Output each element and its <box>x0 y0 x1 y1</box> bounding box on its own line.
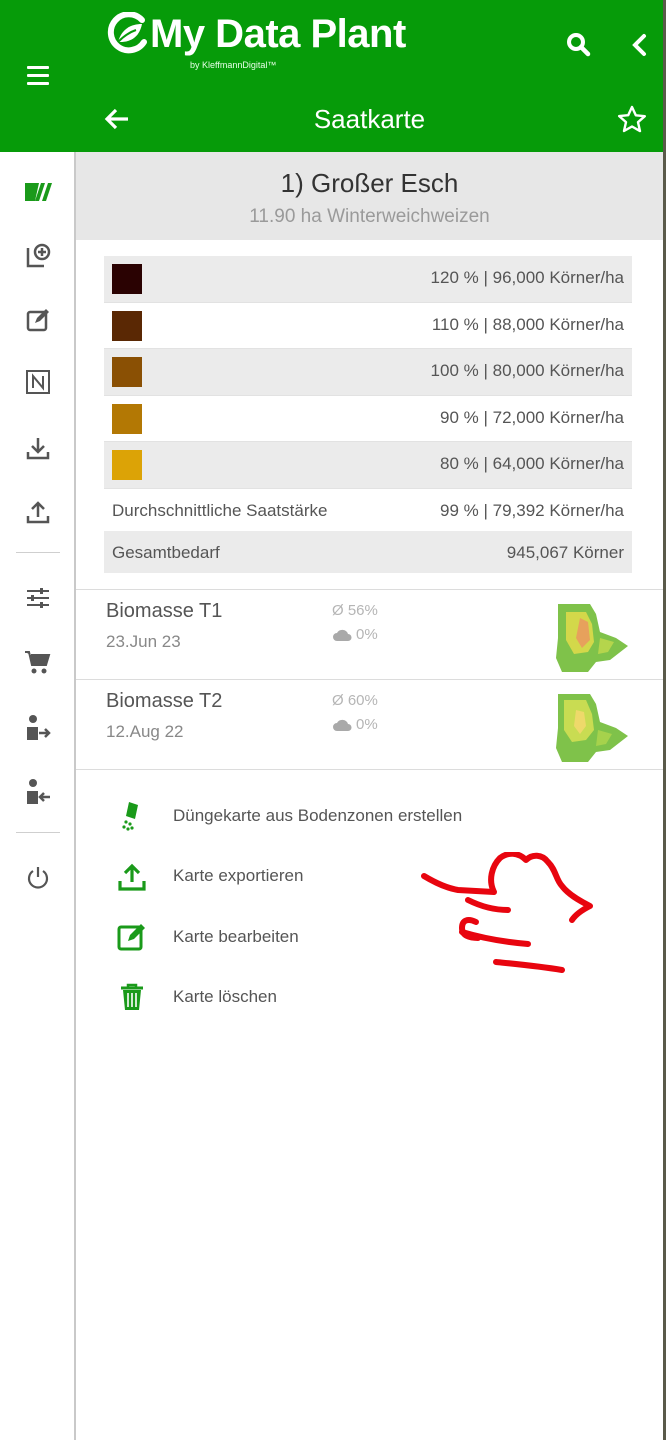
trash-icon <box>116 981 148 1013</box>
edit-icon <box>116 921 148 953</box>
delete-map-action[interactable]: Karte löschen <box>116 977 596 1017</box>
total-value: 945,067 Körner <box>506 542 624 562</box>
sidebar-divider <box>16 552 60 553</box>
action-label: Karte löschen <box>173 987 277 1006</box>
biomass-average: Ø 60% <box>332 692 378 709</box>
sidebar-divider <box>16 832 60 833</box>
rate-row: 90 % | 72,000 Körner/ha <box>104 396 632 442</box>
cloud-cover-value: 0% <box>356 626 378 643</box>
field-name: 1) Großer Esch <box>280 168 459 198</box>
app-header: My Data Plant by KleffmannDigital™ Saatk… <box>76 0 663 152</box>
pointing-hand-icon <box>421 852 593 973</box>
biomass-map-thumbnail <box>556 604 628 672</box>
average-label: Durchschnittliche Saatstärke <box>112 500 328 520</box>
rate-value: 120 % | 96,000 Körner/ha <box>430 268 624 287</box>
cart-icon[interactable] <box>18 642 58 682</box>
chevron-left-icon[interactable] <box>626 30 652 60</box>
sidebar <box>0 0 76 1440</box>
biomass-item[interactable]: Biomasse T1 23.Jun 23 Ø 56% 0% <box>76 589 663 679</box>
search-icon[interactable] <box>564 30 594 60</box>
main-panel: My Data Plant by KleffmannDigital™ Saatk… <box>76 0 663 1440</box>
screen-title: Saatkarte <box>313 104 426 134</box>
list-divider <box>76 769 663 770</box>
star-icon[interactable] <box>616 104 648 136</box>
cloud-icon <box>333 719 352 731</box>
field-header: 1) Großer Esch 11.90 ha Winterweichweize… <box>76 152 663 240</box>
field-map-icon[interactable] <box>18 172 58 212</box>
create-fertilizer-map-action[interactable]: Düngekarte aus Bodenzonen erstellen <box>116 796 596 836</box>
notion-n-icon[interactable] <box>18 362 58 402</box>
cloud-cover: 0% <box>332 716 378 733</box>
export-icon <box>116 860 148 892</box>
total-label: Gesamtbedarf <box>112 542 220 562</box>
cloud-cover: 0% <box>332 626 378 643</box>
rate-row: 110 % | 88,000 Körner/ha <box>104 303 632 349</box>
field-info: 11.90 ha Winterweichweizen <box>249 206 490 227</box>
biomass-map-thumbnail <box>556 694 628 762</box>
power-icon[interactable] <box>18 858 58 898</box>
fertilizer-icon <box>116 800 148 832</box>
biomass-average: Ø 56% <box>332 602 378 619</box>
seed-rate-table: 120 % | 96,000 Körner/ha 110 % | 88,000 … <box>104 256 632 573</box>
app-title: My Data Plant <box>150 12 406 56</box>
upload-icon[interactable] <box>18 492 58 532</box>
biomass-name: Biomasse T2 <box>106 690 223 712</box>
cloud-cover-value: 0% <box>356 716 378 733</box>
download-icon[interactable] <box>18 428 58 468</box>
menu-icon[interactable] <box>27 66 49 85</box>
leaf-logo-icon <box>107 11 147 54</box>
sidebar-topbar <box>0 0 76 152</box>
user-export-icon[interactable] <box>18 708 58 748</box>
rate-value: 110 % | 88,000 Körner/ha <box>431 314 624 334</box>
edit-icon[interactable] <box>18 300 58 340</box>
app-logo: My Data Plant by KleffmannDigital™ <box>106 11 406 70</box>
rate-color-swatch <box>112 403 142 434</box>
rate-color-swatch <box>112 310 142 341</box>
biomass-name: Biomasse T1 <box>106 600 223 622</box>
average-row: Durchschnittliche Saatstärke 99 % | 79,3… <box>104 489 632 531</box>
rate-row: 120 % | 96,000 Körner/ha <box>104 256 632 303</box>
biomass-date: 12.Aug 22 <box>106 722 184 741</box>
action-label: Karte exportieren <box>173 866 304 885</box>
sliders-icon[interactable] <box>18 578 58 618</box>
user-import-icon[interactable] <box>18 772 58 812</box>
rate-value: 80 % | 64,000 Körner/ha <box>440 454 624 473</box>
app-subtitle: by KleffmannDigital™ <box>190 60 277 70</box>
rate-row: 100 % | 80,000 Körner/ha <box>104 349 632 396</box>
rate-value: 90 % | 72,000 Körner/ha <box>440 407 624 427</box>
rate-color-swatch <box>112 357 142 387</box>
action-label: Karte bearbeiten <box>173 927 299 946</box>
biomass-item[interactable]: Biomasse T2 12.Aug 22 Ø 60% 0% <box>76 679 663 769</box>
biomass-date: 23.Jun 23 <box>106 632 181 651</box>
add-map-icon[interactable] <box>18 236 58 276</box>
total-row: Gesamtbedarf 945,067 Körner <box>104 530 632 573</box>
rate-color-swatch <box>112 450 142 480</box>
action-label: Düngekarte aus Bodenzonen erstellen <box>173 806 463 825</box>
rate-row: 80 % | 64,000 Körner/ha <box>104 442 632 489</box>
cloud-icon <box>333 629 352 641</box>
average-value: 99 % | 79,392 Körner/ha <box>440 500 624 520</box>
rate-value: 100 % | 80,000 Körner/ha <box>430 361 624 380</box>
rate-color-swatch <box>112 264 142 294</box>
